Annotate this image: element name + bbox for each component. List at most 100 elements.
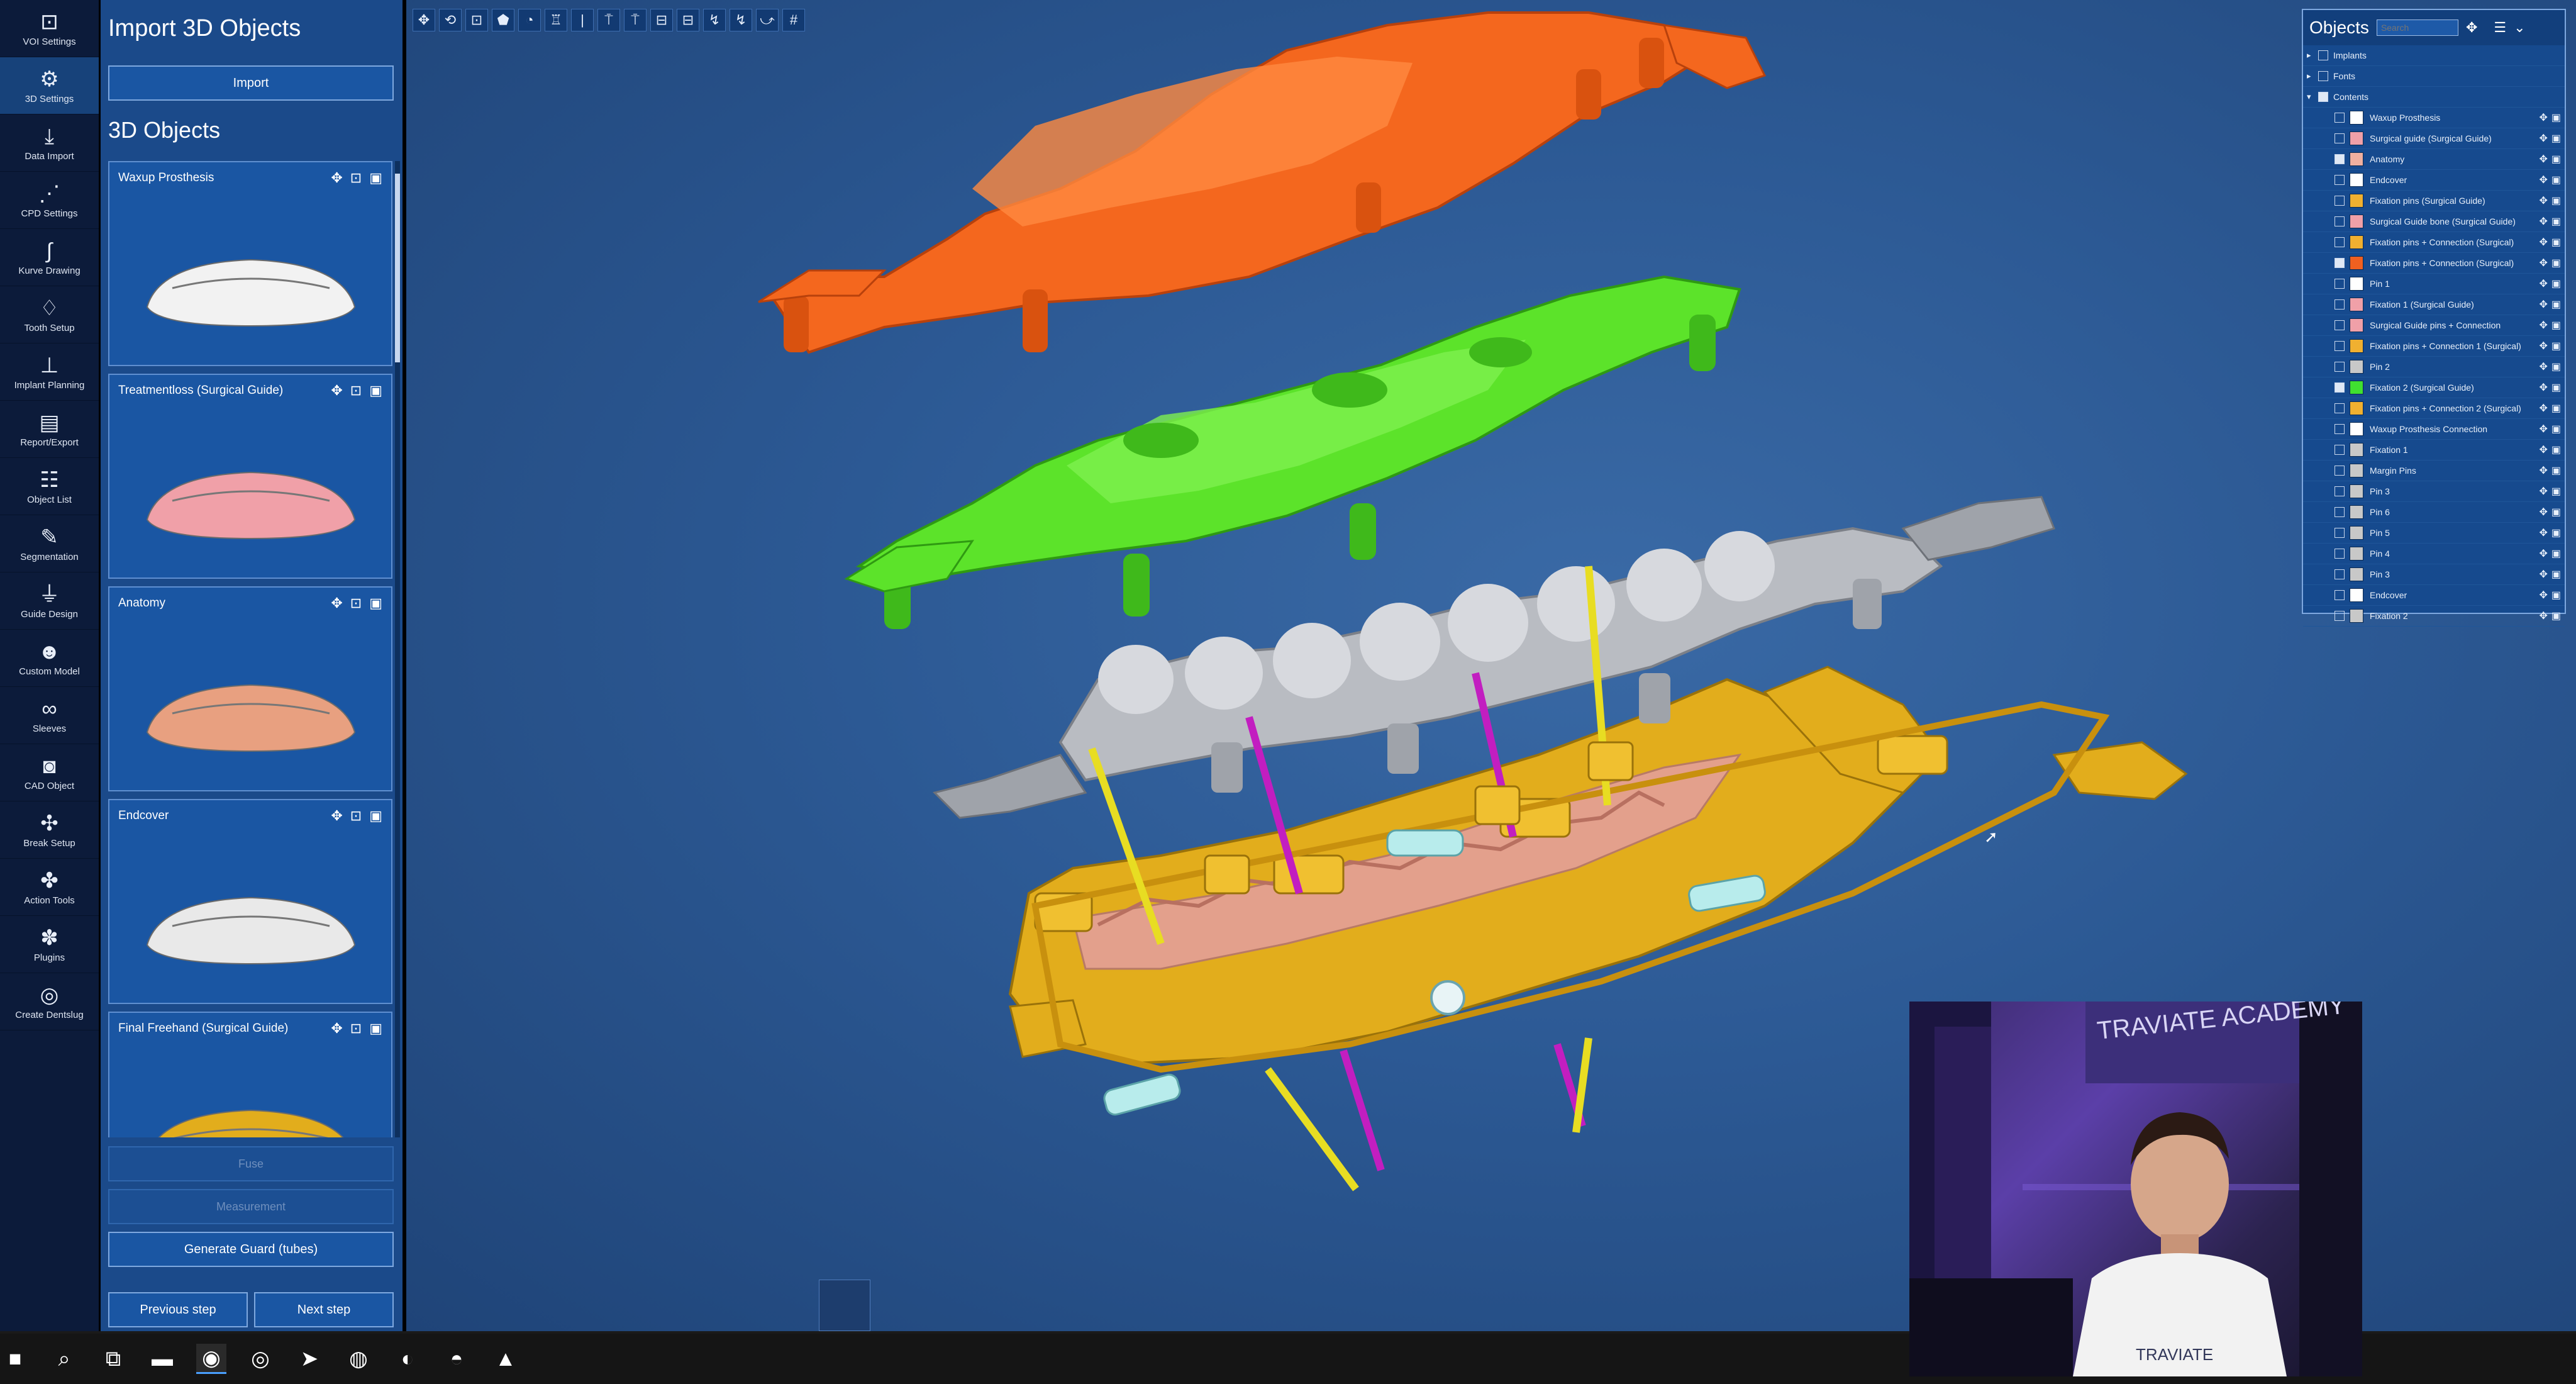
object-row[interactable]: Pin 1 ✥ ▣ bbox=[2303, 274, 2565, 294]
object-card[interactable]: Anatomy ✥ ⊡ ▣ bbox=[108, 586, 392, 791]
object-row[interactable]: Waxup Prosthesis Connection ✥ ▣ bbox=[2303, 419, 2565, 440]
rail-item-dotted-arc[interactable]: ⋰ CPD Settings bbox=[0, 172, 99, 229]
object-row[interactable]: Fixation pins + Connection (Surgical) ✥ ▣ bbox=[2303, 253, 2565, 274]
visibility-checkbox[interactable] bbox=[2334, 154, 2345, 164]
next-step-button[interactable]: Next step bbox=[254, 1292, 394, 1327]
app-drop-icon[interactable]: ▲ bbox=[491, 1344, 521, 1374]
visibility-checkbox[interactable] bbox=[2334, 279, 2345, 289]
viewport-tool-2-icon[interactable]: ⟲ bbox=[439, 9, 462, 31]
color-swatch[interactable] bbox=[2350, 131, 2363, 145]
move-icon[interactable]: ✥ bbox=[2539, 568, 2547, 581]
move-icon[interactable]: ✥ bbox=[2539, 153, 2547, 165]
object-row[interactable]: Fixation pins (Surgical Guide) ✥ ▣ bbox=[2303, 191, 2565, 211]
settings-icon[interactable]: ▣ bbox=[369, 382, 382, 399]
visibility-checkbox[interactable] bbox=[2334, 403, 2345, 413]
color-swatch[interactable] bbox=[2350, 318, 2363, 332]
list-icon[interactable]: ☰ bbox=[2494, 20, 2506, 36]
settings-icon[interactable]: ▣ bbox=[2551, 423, 2561, 435]
object-row[interactable]: Pin 6 ✥ ▣ bbox=[2303, 502, 2565, 523]
move-icon[interactable]: ✥ bbox=[2539, 319, 2547, 332]
rail-item-plugin[interactable]: ✽ Plugins bbox=[0, 916, 99, 973]
color-swatch[interactable] bbox=[2350, 152, 2363, 166]
chrome-icon[interactable]: ◍ bbox=[343, 1344, 374, 1374]
rail-item-model[interactable]: ☻ Custom Model bbox=[0, 630, 99, 687]
object-row[interactable]: Pin 5 ✥ ▣ bbox=[2303, 523, 2565, 544]
move-icon[interactable]: ✥ bbox=[2539, 589, 2547, 601]
viewport-tool-15-icon[interactable]: # bbox=[782, 9, 805, 31]
expand-arrow-icon[interactable]: ▾ bbox=[2307, 92, 2318, 102]
visibility-icon[interactable]: ⊡ bbox=[350, 1020, 362, 1037]
rail-item-cad-object[interactable]: ◙ CAD Object bbox=[0, 744, 99, 801]
app-blue-icon[interactable]: ◉ bbox=[196, 1344, 226, 1374]
settings-icon[interactable]: ▣ bbox=[2551, 277, 2561, 290]
move-icon[interactable]: ✥ bbox=[2539, 111, 2547, 124]
visibility-checkbox[interactable] bbox=[2334, 113, 2345, 123]
rail-item-settings-3d[interactable]: ⚙ 3D Settings bbox=[0, 57, 99, 114]
move-icon[interactable]: ✥ bbox=[331, 170, 342, 186]
settings-icon[interactable]: ▣ bbox=[369, 808, 382, 824]
rail-item-download[interactable]: ⤓ Data Import bbox=[0, 114, 99, 172]
color-swatch[interactable] bbox=[2350, 339, 2363, 353]
visibility-checkbox[interactable] bbox=[2334, 341, 2345, 351]
visibility-checkbox[interactable] bbox=[2334, 424, 2345, 434]
import-button[interactable]: Import bbox=[108, 65, 394, 101]
tree-group[interactable]: ▾ Contents bbox=[2303, 87, 2565, 108]
viewport-tool-10-icon[interactable]: ⊟ bbox=[650, 9, 673, 31]
settings-icon[interactable]: ▣ bbox=[2551, 111, 2561, 124]
viewport-tool-11-icon[interactable]: ⊟ bbox=[677, 9, 699, 31]
visibility-checkbox[interactable] bbox=[2334, 590, 2345, 600]
tree-group[interactable]: ▸ Implants bbox=[2303, 45, 2565, 66]
fuse-button[interactable]: Fuse bbox=[108, 1146, 394, 1181]
settings-icon[interactable]: ▣ bbox=[2551, 444, 2561, 456]
color-swatch[interactable] bbox=[2350, 277, 2363, 291]
color-swatch[interactable] bbox=[2350, 194, 2363, 208]
color-swatch[interactable] bbox=[2350, 256, 2363, 270]
rail-item-sleeves[interactable]: ∞ Sleeves bbox=[0, 687, 99, 744]
color-swatch[interactable] bbox=[2350, 609, 2363, 623]
object-row[interactable]: Surgical guide (Surgical Guide) ✥ ▣ bbox=[2303, 128, 2565, 149]
rail-item-guide[interactable]: ⏚ Guide Design bbox=[0, 572, 99, 630]
visibility-icon[interactable]: ⊡ bbox=[350, 808, 362, 824]
panel-scrollbar[interactable] bbox=[395, 161, 400, 1137]
visibility-checkbox[interactable] bbox=[2334, 445, 2345, 455]
rail-item-action[interactable]: ✤ Action Tools bbox=[0, 859, 99, 916]
rail-item-tooth[interactable]: ♢ Tooth Setup bbox=[0, 286, 99, 343]
object-row[interactable]: Pin 4 ✥ ▣ bbox=[2303, 544, 2565, 564]
rail-item-curve-drawing[interactable]: ∫ Kurve Drawing bbox=[0, 229, 99, 286]
move-icon[interactable]: ✥ bbox=[2539, 215, 2547, 228]
visibility-checkbox[interactable] bbox=[2334, 320, 2345, 330]
viewport-tool-3-icon[interactable]: ⊡ bbox=[465, 9, 488, 31]
move-icon[interactable]: ✥ bbox=[2539, 485, 2547, 498]
app-orange-icon[interactable]: ◐ bbox=[392, 1344, 423, 1374]
object-row[interactable]: Endcover ✥ ▣ bbox=[2303, 170, 2565, 191]
move-icon[interactable]: ✥ bbox=[331, 382, 342, 399]
generate-guard-button[interactable]: Generate Guard (tubes) bbox=[108, 1232, 394, 1267]
visibility-checkbox[interactable] bbox=[2334, 362, 2345, 372]
move-icon[interactable]: ✥ bbox=[2539, 236, 2547, 248]
search-icon[interactable]: ⌕ bbox=[49, 1344, 79, 1374]
settings-icon[interactable]: ▣ bbox=[2551, 153, 2561, 165]
app-red-icon[interactable]: ◓ bbox=[441, 1344, 472, 1374]
visibility-checkbox[interactable] bbox=[2334, 486, 2345, 496]
viewport-tool-1-icon[interactable]: ✥ bbox=[413, 9, 435, 31]
object-row[interactable]: Waxup Prosthesis ✥ ▣ bbox=[2303, 108, 2565, 128]
color-swatch[interactable] bbox=[2350, 381, 2363, 394]
visibility-icon[interactable]: ⊡ bbox=[350, 595, 362, 611]
color-swatch[interactable] bbox=[2350, 111, 2363, 125]
settings-icon[interactable]: ▣ bbox=[2551, 402, 2561, 415]
move-icon[interactable]: ✥ bbox=[2539, 610, 2547, 622]
move-icon[interactable]: ✥ bbox=[2539, 506, 2547, 518]
viewport-tool-12-icon[interactable]: ↯ bbox=[703, 9, 726, 31]
color-swatch[interactable] bbox=[2350, 588, 2363, 602]
viewport-tool-6-icon[interactable]: ♖ bbox=[545, 9, 567, 31]
move-icon[interactable]: ✥ bbox=[2539, 277, 2547, 290]
object-row[interactable]: Endcover ✥ ▣ bbox=[2303, 585, 2565, 606]
color-swatch[interactable] bbox=[2350, 360, 2363, 374]
move-icon[interactable]: ✥ bbox=[2539, 360, 2547, 373]
expand-arrow-icon[interactable]: ▸ bbox=[2307, 50, 2318, 60]
settings-icon[interactable]: ▣ bbox=[369, 170, 382, 186]
rail-item-break[interactable]: ✣ Break Setup bbox=[0, 801, 99, 859]
settings-icon[interactable]: ▣ bbox=[2551, 381, 2561, 394]
color-swatch[interactable] bbox=[2350, 443, 2363, 457]
settings-icon[interactable]: ▣ bbox=[2551, 257, 2561, 269]
